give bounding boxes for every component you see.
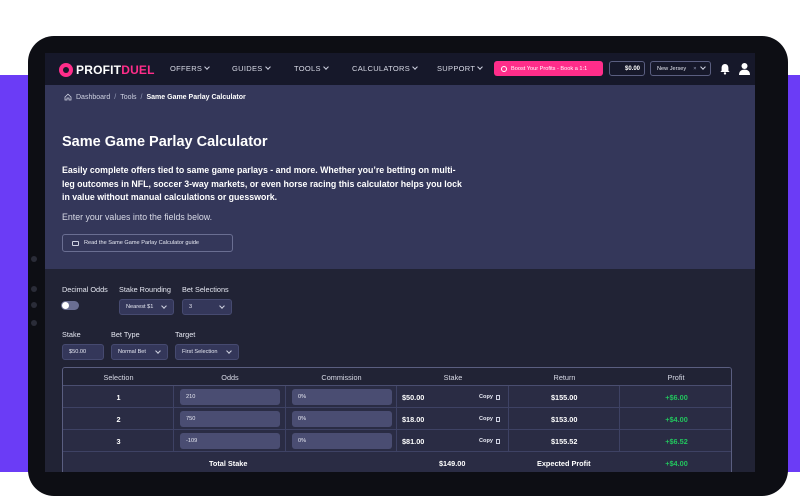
commission-input[interactable]: 0% [292,411,392,427]
total-stake-label: Total Stake [209,459,248,468]
home-icon [64,93,72,101]
col-odds: Odds [221,373,239,382]
stake-input[interactable]: $50.00 [62,344,104,360]
bet-selections-label: Bet Selections [182,285,229,294]
tablet-side-button [31,286,37,292]
page-title: Same Game Parlay Calculator [62,134,268,150]
read-guide-button[interactable]: Read the Same Game Parlay Calculator gui… [62,234,233,252]
stake-value: $50.00 [402,393,425,402]
chevron-down-icon [155,348,161,354]
return-value: $153.00 [551,415,578,424]
copy-icon [495,394,500,400]
col-stake: Stake [443,373,463,382]
copy-icon [495,438,500,444]
selection-number: 2 [116,415,121,424]
user-icon[interactable] [738,62,751,75]
brand-logo[interactable]: PROFIT DUEL [59,62,155,78]
breadcrumb-current: Same Game Parlay Calculator [146,93,246,101]
commission-input[interactable]: 0% [292,433,392,449]
return-value: $155.52 [551,437,578,446]
tablet-side-button [31,256,37,262]
chevron-down-icon [322,64,329,70]
stake-rounding-label: Stake Rounding [119,285,171,294]
selection-number: 3 [116,437,121,446]
nav-calculators[interactable]: CALCULATORS [352,64,418,73]
stake-value: $18.00 [402,415,425,424]
col-return: Return [553,373,576,382]
bet-type-select[interactable]: Normal Bet [111,344,168,360]
chevron-down-icon [204,64,211,70]
chevron-down-icon [699,63,706,70]
odds-input[interactable]: -109 [180,433,280,449]
target-label: Target [175,330,196,339]
instruction-text: Enter your values into the fields below. [62,212,213,222]
sparkle-icon [501,65,507,72]
toggle-knob [62,302,69,309]
profit-value: +$4.00 [665,415,688,424]
app-screen: PROFIT DUEL OFFERS GUIDES TOOLS CALCULATO… [45,53,755,472]
expected-profit-value: +$4.00 [665,459,688,468]
bell-icon[interactable] [719,63,731,75]
return-value: $155.00 [551,393,578,402]
col-selection: Selection [103,373,134,382]
selections-table: Selection Odds Commission Stake Return P… [62,367,732,472]
table-row: 2 750 0% $18.00 Copy $153.00 +$4.00 [63,408,731,430]
book-icon [72,240,79,246]
state-select[interactable]: New Jersey × [650,61,711,76]
decimal-odds-label: Decimal Odds [62,285,108,294]
col-commission: Commission [321,373,362,382]
odds-input[interactable]: 750 [180,411,280,427]
chevron-down-icon [412,64,418,70]
table-row: 1 210 0% $50.00 Copy $155.00 +$6.00 [63,386,731,408]
tablet-side-button [31,320,37,326]
breadcrumb-dashboard[interactable]: Dashboard [76,94,110,101]
nav-guides[interactable]: GUIDES [232,64,271,73]
bet-type-label: Bet Type [111,330,140,339]
table-header: Selection Odds Commission Stake Return P… [63,368,731,386]
breadcrumb: Dashboard / Tools / Same Game Parlay Cal… [64,93,246,101]
clear-icon[interactable]: × [693,66,696,72]
target-select[interactable]: First Selection [175,344,239,360]
stake-label: Stake [62,330,81,339]
table-row: 3 -109 0% $81.00 Copy $155.52 +$6.52 [63,430,731,452]
breadcrumb-separator: / [114,93,117,101]
stake-rounding-select[interactable]: Nearest $1 [119,299,174,315]
expected-profit-label: Expected Profit [537,459,591,468]
chevron-down-icon [219,303,225,309]
tablet-side-button [31,302,37,308]
breadcrumb-tools[interactable]: Tools [120,94,136,101]
table-footer: Total Stake $149.00 Expected Profit +$4.… [63,452,731,472]
odds-input[interactable]: 210 [180,389,280,405]
copy-stake-button[interactable]: Copy [479,394,500,400]
nav-tools[interactable]: TOOLS [294,64,329,73]
copy-stake-button[interactable]: Copy [479,438,500,444]
chevron-down-icon [161,303,167,309]
nav-support[interactable]: SUPPORT [437,64,484,73]
chevron-down-icon [477,64,484,70]
commission-input[interactable]: 0% [292,389,392,405]
copy-stake-button[interactable]: Copy [479,416,500,422]
col-profit: Profit [667,373,685,382]
chevron-down-icon [226,348,232,354]
chevron-down-icon [264,64,271,70]
decimal-odds-toggle[interactable] [61,301,79,310]
page-description: Easily complete offers tied to same game… [62,165,462,202]
top-navbar: PROFIT DUEL OFFERS GUIDES TOOLS CALCULATO… [45,53,755,85]
boost-profits-button[interactable]: Boost Your Profits - Book a 1:1 [494,61,603,76]
logo-mark-icon [59,63,73,77]
total-stake-value: $149.00 [439,459,466,468]
breadcrumb-separator: / [140,93,143,101]
balance-display[interactable]: $0.00 [609,61,645,76]
bet-selections-select[interactable]: 3 [182,299,232,315]
copy-icon [495,416,500,422]
selection-number: 1 [116,393,121,402]
profit-value: +$6.52 [665,437,688,446]
stake-value: $81.00 [402,437,425,446]
profit-value: +$6.00 [665,393,688,402]
nav-offers[interactable]: OFFERS [170,64,211,73]
